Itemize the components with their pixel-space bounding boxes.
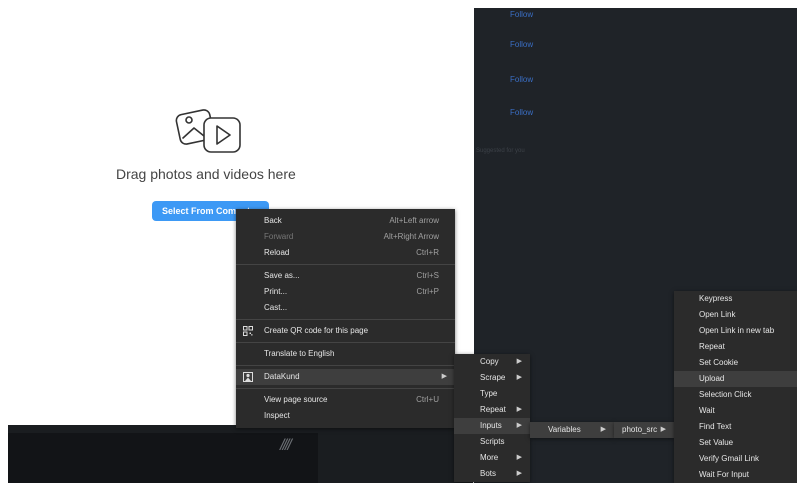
- submenu-item-repeat[interactable]: Repeat ▶: [454, 402, 530, 418]
- submenu-item-inputs[interactable]: Inputs ▶: [454, 418, 530, 434]
- action-repeat[interactable]: Repeat: [674, 339, 797, 355]
- menu-item-reload[interactable]: Reload Ctrl+R: [236, 245, 455, 261]
- context-menu: Back Alt+Left arrow Forward Alt+Right Arro…: [236, 209, 455, 428]
- menu-item-forward[interactable]: Forward Alt+Right Arrow: [236, 229, 455, 245]
- variables-submenu: photo_src ▶: [614, 422, 674, 438]
- menu-item-datakund[interactable]: DataKund ▶: [236, 369, 455, 385]
- submenu-arrow-icon: ▶: [516, 406, 522, 413]
- submenu-item-more[interactable]: More ▶: [454, 450, 530, 466]
- submenu-arrow-icon: ▶: [516, 422, 522, 429]
- action-wait[interactable]: Wait: [674, 403, 797, 419]
- bottom-dark-panel: [8, 425, 473, 483]
- action-set-cookie[interactable]: Set Cookie: [674, 355, 797, 371]
- action-keypress[interactable]: Keypress: [674, 291, 797, 307]
- submenu-arrow-icon: ▶: [516, 358, 522, 365]
- submenu-item-type[interactable]: Type: [454, 386, 530, 402]
- photo-video-icon: [175, 109, 241, 153]
- submenu-item-bots[interactable]: Bots ▶: [454, 466, 530, 482]
- follow-link[interactable]: Follow: [510, 75, 533, 84]
- submenu-item-photo-src[interactable]: photo_src ▶: [614, 422, 674, 438]
- datakund-submenu: Copy ▶ Scrape ▶ Type Repeat ▶ Inputs ▶ Scrip…: [454, 354, 530, 482]
- follow-link[interactable]: Follow: [510, 10, 533, 19]
- datakund-icon: [243, 372, 253, 382]
- page-top-strip: [474, 0, 774, 8]
- inputs-submenu: Variables ▶: [530, 422, 614, 438]
- menu-item-cast[interactable]: Cast...: [236, 300, 455, 316]
- submenu-arrow-icon: ▶: [660, 426, 666, 433]
- action-open-link-new-tab[interactable]: Open Link in new tab: [674, 323, 797, 339]
- qr-code-icon: [243, 326, 253, 336]
- menu-item-qr-code[interactable]: Create QR code for this page: [236, 323, 455, 339]
- submenu-arrow-icon: ▶: [441, 373, 447, 380]
- follow-link[interactable]: Follow: [510, 40, 533, 49]
- menu-separator: [236, 319, 455, 320]
- menu-separator: [236, 388, 455, 389]
- follow-link[interactable]: Follow: [510, 108, 533, 117]
- actions-submenu: Keypress Open Link Open Link in new tab …: [674, 291, 797, 483]
- submenu-item-copy[interactable]: Copy ▶: [454, 354, 530, 370]
- action-selection-click[interactable]: Selection Click: [674, 387, 797, 403]
- submenu-arrow-icon: ▶: [600, 426, 606, 433]
- submenu-arrow-icon: ▶: [516, 470, 522, 477]
- action-find-text[interactable]: Find Text: [674, 419, 797, 435]
- menu-item-translate[interactable]: Translate to English: [236, 346, 455, 362]
- suggested-text: Suggested for you: [476, 148, 525, 154]
- action-set-value[interactable]: Set Value: [674, 435, 797, 451]
- submenu-item-scripts[interactable]: Scripts: [454, 434, 530, 450]
- menu-item-view-source[interactable]: View page source Ctrl+U: [236, 392, 455, 408]
- submenu-item-variables[interactable]: Variables ▶: [530, 422, 614, 438]
- menu-separator: [236, 264, 455, 265]
- submenu-arrow-icon: ▶: [516, 454, 522, 461]
- menu-item-back[interactable]: Back Alt+Left arrow: [236, 213, 455, 229]
- decorative-slashes: ////: [280, 437, 292, 454]
- drag-drop-text: Drag photos and videos here: [116, 166, 296, 182]
- menu-separator: [236, 342, 455, 343]
- submenu-item-scrape[interactable]: Scrape ▶: [454, 370, 530, 386]
- menu-separator: [236, 365, 455, 366]
- action-upload[interactable]: Upload: [674, 371, 797, 387]
- submenu-arrow-icon: ▶: [516, 374, 522, 381]
- action-wait-for-input[interactable]: Wait For Input: [674, 467, 797, 483]
- action-verify-gmail-link[interactable]: Verify Gmail Link: [674, 451, 797, 467]
- menu-item-inspect[interactable]: Inspect: [236, 408, 455, 424]
- menu-item-save-as[interactable]: Save as... Ctrl+S: [236, 268, 455, 284]
- action-open-link[interactable]: Open Link: [674, 307, 797, 323]
- menu-item-print[interactable]: Print... Ctrl+P: [236, 284, 455, 300]
